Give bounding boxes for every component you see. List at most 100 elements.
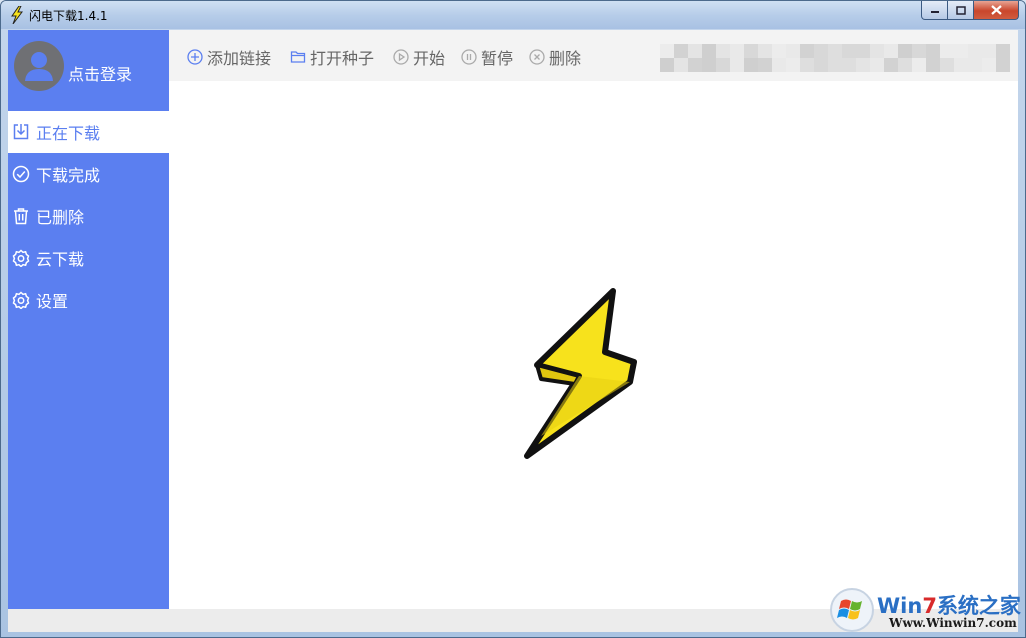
watermark: Win7系统之家 Www.Winwin7.com [829, 587, 1025, 635]
pixel-block [688, 58, 702, 72]
sidebar-item-label: 设置 [36, 292, 69, 311]
maximize-icon [955, 5, 966, 15]
sidebar-item-label: 正在下载 [36, 124, 101, 143]
add-link-button[interactable]: 添加链接 [187, 46, 271, 68]
pause-button[interactable]: 暂停 [461, 46, 513, 68]
plus-circle-icon [187, 49, 203, 65]
pixel-block [660, 44, 674, 58]
delete-button[interactable]: 删除 [529, 46, 581, 68]
pixel-block [912, 58, 926, 72]
pause-label: 暂停 [481, 49, 514, 68]
watermark-url: Www.Winwin7.com [889, 616, 1017, 630]
pixel-block [968, 58, 982, 72]
app-client-area: 点击登录 正在下载 下载完成 已删除 云下载 设置 添加链接 打开种子 开始 暂… [8, 30, 1018, 632]
pixel-block [968, 44, 982, 58]
pixel-block [884, 58, 898, 72]
pixel-block [842, 44, 856, 58]
play-circle-icon [393, 49, 409, 65]
check-circle-icon [12, 165, 30, 183]
pixel-block [716, 58, 730, 72]
pixel-block [926, 58, 940, 72]
download-icon [12, 123, 30, 141]
pixel-block [856, 58, 870, 72]
start-label: 开始 [413, 49, 446, 68]
sidebar-item-deleted[interactable]: 已删除 [8, 195, 169, 237]
toolbar: 添加链接 打开种子 开始 暂停 删除 [169, 30, 1018, 81]
user-avatar-icon [14, 41, 64, 91]
pixel-block [814, 44, 828, 58]
pixel-block [674, 58, 688, 72]
pixel-block [912, 44, 926, 58]
minimize-icon [930, 11, 939, 13]
download-list-area [169, 81, 1018, 609]
window-title: 闪电下载1.4.1 [29, 9, 108, 23]
pixel-block [870, 44, 884, 58]
close-button[interactable] [974, 1, 1019, 20]
close-circle-icon [529, 49, 545, 65]
pixel-block [870, 58, 884, 72]
pixel-block [660, 58, 674, 72]
obscured-search-area [660, 44, 1010, 72]
open-torrent-button[interactable]: 打开种子 [290, 46, 374, 68]
sidebar-item-downloading[interactable]: 正在下载 [8, 111, 169, 153]
title-bar[interactable]: 闪电下载1.4.1 [1, 1, 1025, 29]
pixel-block [800, 44, 814, 58]
maximize-button[interactable] [948, 1, 974, 20]
pixel-block [730, 58, 744, 72]
windows-logo-icon [830, 588, 874, 632]
sidebar-item-cloud-download[interactable]: 云下载 [8, 237, 169, 279]
login-label: 点击登录 [68, 65, 133, 84]
sidebar-nav: 正在下载 下载完成 已删除 云下载 设置 [8, 111, 169, 321]
pixel-block [758, 44, 772, 58]
lightning-bolt-icon [11, 6, 23, 24]
open-torrent-label: 打开种子 [310, 49, 375, 68]
trash-icon [12, 207, 30, 225]
pixel-block [702, 58, 716, 72]
pixel-block [884, 44, 898, 58]
sidebar: 点击登录 正在下载 下载完成 已删除 云下载 设置 [8, 30, 169, 609]
close-icon [990, 5, 1002, 15]
pixel-block [688, 44, 702, 58]
pixel-block [954, 44, 968, 58]
add-link-label: 添加链接 [207, 49, 272, 68]
gear-icon [12, 291, 30, 309]
pixel-block [772, 58, 786, 72]
pixel-block [996, 44, 1010, 58]
pixel-block [926, 44, 940, 58]
watermark-brand-a: Win [877, 594, 923, 618]
pixel-block [772, 44, 786, 58]
pixel-block [828, 44, 842, 58]
pixel-block [702, 44, 716, 58]
pixel-block [786, 58, 800, 72]
window-controls [921, 1, 1019, 21]
minimize-button[interactable] [921, 1, 948, 20]
pixel-block [898, 44, 912, 58]
pixel-block [940, 44, 954, 58]
pixel-block [674, 44, 688, 58]
app-window: 闪电下载1.4.1 点击登录 正在下载 下载完成 已删除 云下载 设置 添加链接… [0, 0, 1026, 638]
pixel-block [982, 44, 996, 58]
sidebar-item-label: 云下载 [36, 250, 85, 269]
pixel-block [982, 58, 996, 72]
pixel-block [996, 58, 1010, 72]
pixel-block [940, 58, 954, 72]
pixel-block [786, 44, 800, 58]
pixel-block [744, 44, 758, 58]
pixel-block [758, 58, 772, 72]
pause-circle-icon [461, 49, 477, 65]
login-area[interactable]: 点击登录 [14, 41, 164, 91]
lightning-bolt-logo [524, 288, 637, 459]
pixel-block [814, 58, 828, 72]
watermark-brand-c: 系统之家 [936, 594, 1021, 618]
sidebar-item-completed[interactable]: 下载完成 [8, 153, 169, 195]
delete-label: 删除 [549, 49, 582, 68]
start-button[interactable]: 开始 [393, 46, 445, 68]
pixel-block [856, 44, 870, 58]
pixel-block [800, 58, 814, 72]
sidebar-item-label: 已删除 [36, 208, 85, 227]
sidebar-item-label: 下载完成 [36, 166, 101, 185]
folder-icon [290, 49, 306, 65]
pixel-block [730, 44, 744, 58]
pixel-block [828, 58, 842, 72]
sidebar-item-settings[interactable]: 设置 [8, 279, 169, 321]
